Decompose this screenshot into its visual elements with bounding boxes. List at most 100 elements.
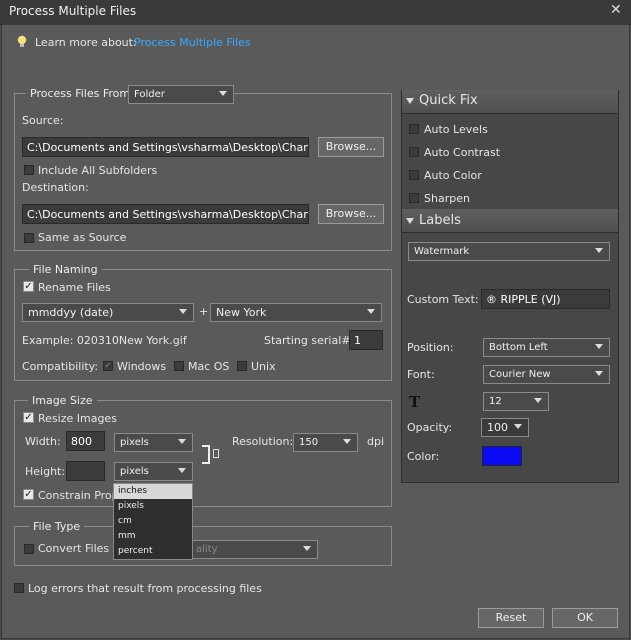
unit-option-mm[interactable]: mm [114,529,192,544]
file-type-legend: File Type [29,520,85,533]
naming-pattern-dropdown[interactable]: mmddyy (date) [22,303,194,322]
lightbulb-icon [17,35,27,47]
close-icon[interactable]: ✕ [610,2,622,18]
source-label: Source: [22,114,64,127]
height-field[interactable] [66,461,105,481]
font-size-icon: T [409,393,421,411]
auto-contrast-checkbox[interactable] [409,147,419,157]
font-value: Courier New [489,369,551,380]
source-browse-button[interactable]: Browse... [318,137,384,157]
rename-files-checkbox[interactable]: ✓ [23,281,34,292]
position-label: Position: [407,341,454,354]
constrain-checkbox[interactable]: ✓ [23,489,34,500]
labels-title: Labels [419,213,461,228]
height-unit-dropdown[interactable]: pixels [114,462,193,481]
naming-pattern-value: mmddyy (date) [28,306,114,319]
process-from-value: Folder [134,89,165,100]
quality-dropdown[interactable]: ality [190,540,318,559]
quick-fix-title: Quick Fix [419,93,478,108]
destination-path-field[interactable]: C:\Documents and Settings\vsharma\Deskto… [22,204,309,224]
collapse-triangle-icon [406,218,414,224]
resolution-label: Resolution: [232,435,294,448]
macos-checkbox[interactable] [174,361,184,371]
unit-option-pixels[interactable]: pixels [114,499,192,514]
height-label: Height: [25,465,66,478]
color-label: Color: [407,450,440,463]
color-swatch[interactable] [482,446,522,466]
windows-checkbox[interactable]: ✓ [103,361,113,371]
process-from-dropdown[interactable]: Folder [128,85,234,104]
naming-example: Example: 020310New York.gif [22,334,187,347]
label-type-value: Watermark [414,246,470,257]
resolution-value: 150 [299,437,319,448]
position-dropdown[interactable]: Bottom Left [483,338,610,357]
position-value: Bottom Left [489,342,548,353]
convert-files-label: Convert Files to [38,542,124,555]
auto-levels-checkbox[interactable] [409,124,419,134]
starting-serial-field[interactable]: 1 [349,330,383,350]
macos-label: Mac OS [188,360,230,373]
width-unit-dropdown[interactable]: pixels [114,433,193,452]
chevron-down-icon [595,371,603,376]
chevron-down-icon [514,424,522,429]
learn-more-label: Learn more about: [35,36,137,49]
font-size-dropdown[interactable]: 12 [483,392,549,411]
starting-serial-label: Starting serial#: [264,334,355,347]
custom-text-field[interactable]: ® RIPPLE (VJ) [481,289,610,309]
source-path-field[interactable]: C:\Documents and Settings\vsharma\Deskto… [22,137,309,157]
font-dropdown[interactable]: Courier New [483,365,610,384]
chevron-down-icon [178,439,186,444]
unit-option-percent[interactable]: percent [114,544,192,559]
chevron-down-icon [303,546,311,551]
chevron-down-icon [595,248,603,253]
chain-link-icon [213,449,219,458]
dpi-label: dpi [367,435,385,448]
include-subfolders-label: Include All Subfolders [38,164,158,177]
unix-checkbox[interactable] [237,361,247,371]
resize-images-checkbox[interactable]: ✓ [23,412,34,423]
unit-option-cm[interactable]: cm [114,514,192,529]
label-type-dropdown[interactable]: Watermark [408,242,610,261]
chevron-down-icon [367,309,375,314]
ok-button[interactable]: OK [552,608,618,628]
height-unit-value: pixels [120,466,149,477]
opacity-label: Opacity: [407,421,453,434]
image-size-legend: Image Size [28,394,97,407]
sharpen-checkbox[interactable] [409,193,419,203]
learn-more-link[interactable]: Process Multiple Files [134,36,251,49]
constrain-label: Constrain Prop [38,489,119,502]
constrain-bracket [202,445,210,464]
font-label: Font: [407,368,435,381]
font-size-value: 12 [489,396,502,407]
width-label: Width: [25,435,61,448]
destination-label: Destination: [22,181,89,194]
convert-files-checkbox[interactable] [24,544,34,554]
unit-dropdown-menu: inches pixels cm mm percent [113,483,193,560]
same-as-source-label: Same as Source [38,231,127,244]
auto-color-label: Auto Color [424,169,482,182]
custom-text-label: Custom Text: [407,293,479,306]
opacity-value: 100 [487,421,508,434]
same-as-source-checkbox[interactable] [24,233,34,243]
log-errors-label: Log errors that result from processing f… [28,582,262,595]
sharpen-label: Sharpen [424,192,470,205]
quality-value: ality [196,544,218,555]
opacity-dropdown[interactable]: 100 [481,418,529,437]
auto-color-checkbox[interactable] [409,170,419,180]
log-errors-checkbox[interactable] [14,583,24,593]
include-subfolders-checkbox[interactable] [24,165,34,175]
width-field[interactable]: 800 [66,431,105,451]
destination-browse-button[interactable]: Browse... [318,204,384,224]
auto-levels-label: Auto Levels [424,123,488,136]
reset-button[interactable]: Reset [478,608,544,628]
naming-suffix-value: New York [216,306,267,319]
unit-option-inches[interactable]: inches [114,484,192,499]
resolution-dropdown[interactable]: 150 [293,433,358,452]
naming-suffix-dropdown[interactable]: New York [210,303,382,322]
windows-label: Windows [117,360,167,373]
resize-images-label: Resize Images [38,412,117,425]
chevron-down-icon [343,439,351,444]
chevron-down-icon [595,344,603,349]
width-unit-value: pixels [120,437,149,448]
chevron-down-icon [178,468,186,473]
